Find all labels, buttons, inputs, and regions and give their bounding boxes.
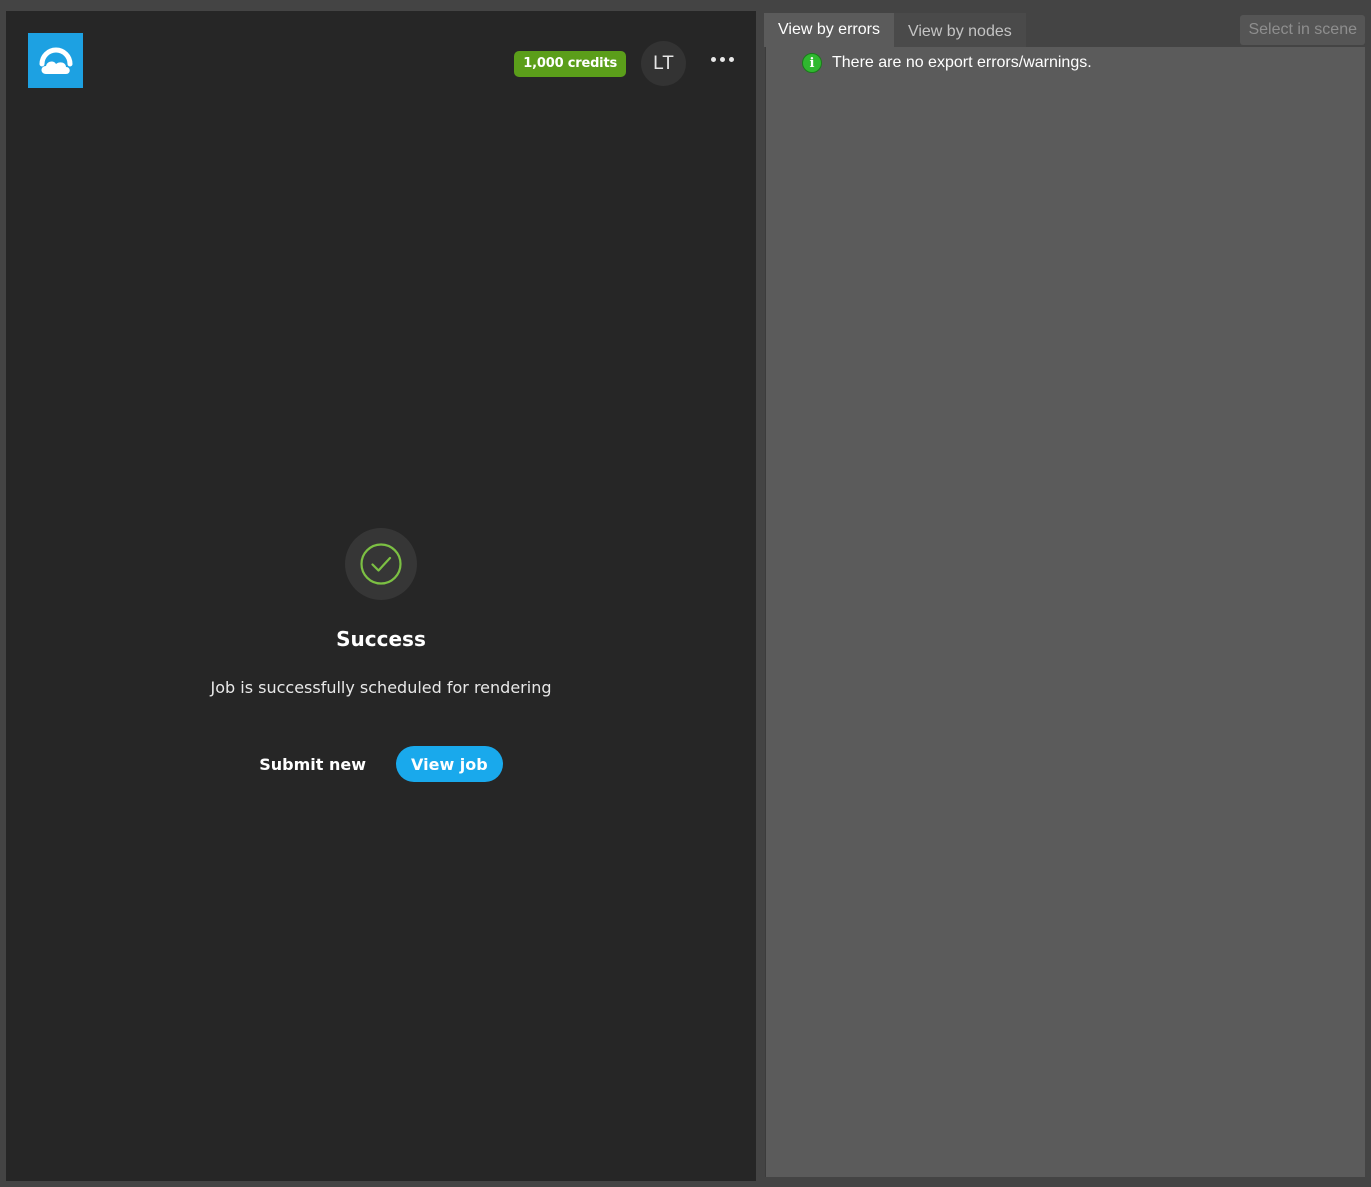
more-options-icon[interactable]	[706, 45, 738, 75]
success-actions: Submit new View job	[259, 746, 503, 782]
success-message: Job is successfully scheduled for render…	[210, 678, 552, 697]
tab-view-by-errors[interactable]: View by errors	[764, 13, 894, 47]
app-window: 1,000 credits LT Success Job is successf…	[0, 0, 1371, 1187]
view-tabs: View by errors View by nodes	[764, 13, 1026, 47]
submit-new-button[interactable]: Submit new	[259, 755, 366, 774]
list-item: i There are no export errors/warnings.	[802, 53, 1092, 73]
more-dot	[728, 57, 734, 62]
more-dot	[719, 57, 725, 62]
success-title: Success	[336, 627, 426, 651]
tab-view-by-nodes[interactable]: View by nodes	[893, 13, 1026, 47]
header-toolbar: 1,000 credits LT	[514, 41, 738, 86]
export-errors-panel: View by errors View by nodes Select in s…	[764, 13, 1365, 1177]
more-dot	[710, 57, 716, 62]
render-submission-panel: 1,000 credits LT Success Job is successf…	[6, 11, 756, 1181]
credits-badge: 1,000 credits	[514, 50, 626, 77]
cloud-logo-icon	[28, 33, 83, 88]
select-in-scene-button[interactable]: Select in scene	[1240, 15, 1365, 45]
view-job-button[interactable]: View job	[396, 746, 503, 782]
check-circle-icon	[345, 528, 417, 600]
info-icon: i	[802, 53, 822, 73]
success-state: Success Job is successfully scheduled fo…	[6, 528, 756, 782]
no-errors-message: There are no export errors/warnings.	[832, 54, 1092, 71]
user-avatar[interactable]: LT	[641, 41, 686, 86]
errors-list: i There are no export errors/warnings.	[765, 47, 1365, 1177]
